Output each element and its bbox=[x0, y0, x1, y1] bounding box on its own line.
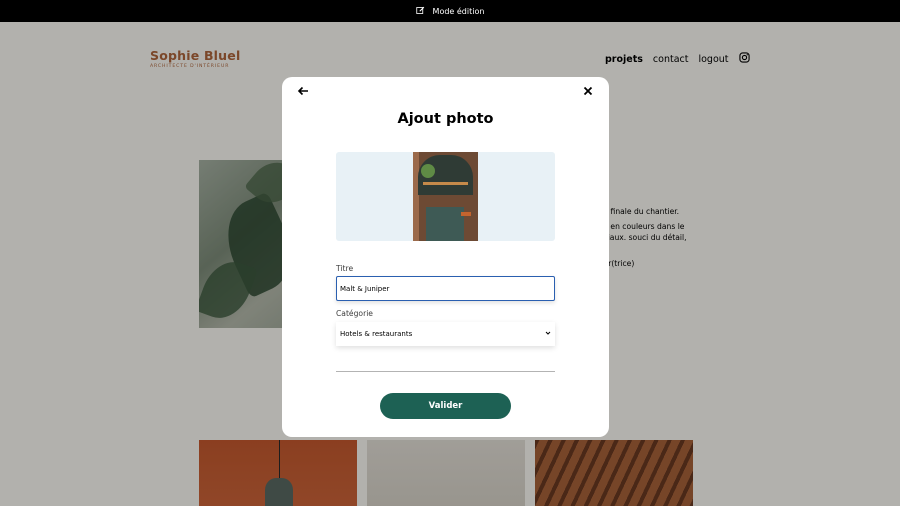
edit-mode-label: Mode édition bbox=[432, 6, 485, 16]
photo-preview bbox=[413, 152, 478, 241]
category-select[interactable]: Hotels & restaurants bbox=[336, 322, 555, 346]
divider bbox=[336, 371, 555, 372]
add-photo-modal: Ajout photo Titre Catégorie Hotels & res… bbox=[282, 77, 609, 437]
modal-title: Ajout photo bbox=[397, 111, 494, 127]
category-selected-value: Hotels & restaurants bbox=[340, 330, 413, 338]
photo-upload-area[interactable] bbox=[336, 152, 555, 241]
title-label: Titre bbox=[336, 264, 354, 273]
category-label: Catégorie bbox=[336, 309, 373, 318]
chevron-down-icon bbox=[545, 330, 551, 338]
edit-icon bbox=[415, 6, 425, 17]
submit-button[interactable]: Valider bbox=[380, 393, 511, 419]
close-icon[interactable] bbox=[581, 83, 595, 97]
edit-mode-bar: Mode édition bbox=[0, 0, 900, 22]
title-input[interactable] bbox=[336, 276, 555, 301]
arrow-left-icon[interactable] bbox=[296, 83, 310, 97]
